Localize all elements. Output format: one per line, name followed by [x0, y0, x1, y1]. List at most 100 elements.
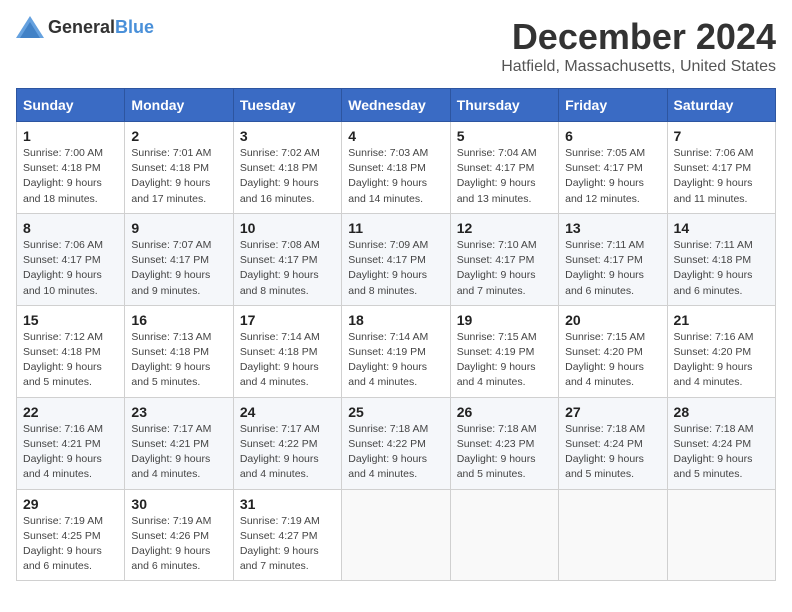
- day-header-wednesday: Wednesday: [342, 89, 450, 122]
- day-number: 26: [457, 404, 552, 420]
- day-number: 30: [131, 496, 226, 512]
- day-number: 31: [240, 496, 335, 512]
- day-info: Sunrise: 7:15 AMSunset: 4:19 PMDaylight:…: [457, 331, 537, 389]
- day-number: 5: [457, 128, 552, 144]
- day-info: Sunrise: 7:18 AMSunset: 4:23 PMDaylight:…: [457, 423, 537, 481]
- day-info: Sunrise: 7:11 AMSunset: 4:17 PMDaylight:…: [565, 239, 644, 297]
- table-row: 1 Sunrise: 7:00 AMSunset: 4:18 PMDaylight…: [17, 122, 125, 214]
- table-row: 13 Sunrise: 7:11 AMSunset: 4:17 PMDayligh…: [559, 213, 667, 305]
- day-info: Sunrise: 7:18 AMSunset: 4:22 PMDaylight:…: [348, 423, 428, 481]
- day-info: Sunrise: 7:19 AMSunset: 4:27 PMDaylight:…: [240, 515, 320, 573]
- table-row: 10 Sunrise: 7:08 AMSunset: 4:17 PMDayligh…: [233, 213, 341, 305]
- table-row: 27 Sunrise: 7:18 AMSunset: 4:24 PMDayligh…: [559, 397, 667, 489]
- day-info: Sunrise: 7:13 AMSunset: 4:18 PMDaylight:…: [131, 331, 211, 389]
- day-number: 22: [23, 404, 118, 420]
- table-row: 29 Sunrise: 7:19 AMSunset: 4:25 PMDayligh…: [17, 489, 125, 581]
- day-info: Sunrise: 7:04 AMSunset: 4:17 PMDaylight:…: [457, 147, 537, 205]
- day-number: 6: [565, 128, 660, 144]
- table-row: 2Sunrise: 7:01 AMSunset: 4:18 PMDaylight…: [125, 122, 233, 214]
- day-header-tuesday: Tuesday: [233, 89, 341, 122]
- day-header-monday: Monday: [125, 89, 233, 122]
- day-number: 29: [23, 496, 118, 512]
- table-row: [450, 489, 558, 581]
- day-number: 8: [23, 220, 118, 236]
- table-row: 24 Sunrise: 7:17 AMSunset: 4:22 PMDayligh…: [233, 397, 341, 489]
- day-number: 17: [240, 312, 335, 328]
- calendar-table: SundayMondayTuesdayWednesdayThursdayFrid…: [16, 88, 776, 581]
- day-info: Sunrise: 7:19 AMSunset: 4:26 PMDaylight:…: [131, 515, 211, 573]
- table-row: 9 Sunrise: 7:07 AMSunset: 4:17 PMDaylight…: [125, 213, 233, 305]
- page-header: GeneralBlue December 2024 Hatfield, Mass…: [16, 16, 776, 76]
- day-number: 3: [240, 128, 335, 144]
- day-info: Sunrise: 7:10 AMSunset: 4:17 PMDaylight:…: [457, 239, 537, 297]
- day-header-thursday: Thursday: [450, 89, 558, 122]
- logo-general: General: [48, 17, 115, 37]
- day-number: 13: [565, 220, 660, 236]
- table-row: 22 Sunrise: 7:16 AMSunset: 4:21 PMDayligh…: [17, 397, 125, 489]
- day-number: 16: [131, 312, 226, 328]
- day-info: Sunrise: 7:05 AMSunset: 4:17 PMDaylight:…: [565, 147, 645, 205]
- day-info: Sunrise: 7:19 AMSunset: 4:25 PMDaylight:…: [23, 515, 103, 573]
- title-area: December 2024 Hatfield, Massachusetts, U…: [501, 16, 776, 76]
- table-row: 8 Sunrise: 7:06 AMSunset: 4:17 PMDaylight…: [17, 213, 125, 305]
- day-info: Sunrise: 7:16 AMSunset: 4:20 PMDaylight:…: [674, 331, 754, 389]
- day-info: Sunrise: 7:08 AMSunset: 4:17 PMDaylight:…: [240, 239, 320, 297]
- day-number: 10: [240, 220, 335, 236]
- table-row: 19Sunrise: 7:15 AMSunset: 4:19 PMDayligh…: [450, 305, 558, 397]
- day-number: 23: [131, 404, 226, 420]
- day-number: 11: [348, 220, 443, 236]
- day-info: Sunrise: 7:03 AMSunset: 4:18 PMDaylight:…: [348, 147, 428, 205]
- day-number: 4: [348, 128, 443, 144]
- table-row: 18 Sunrise: 7:14 AMSunset: 4:19 PMDayligh…: [342, 305, 450, 397]
- day-info: Sunrise: 7:11 AMSunset: 4:18 PMDaylight:…: [674, 239, 753, 297]
- table-row: 11 Sunrise: 7:09 AMSunset: 4:17 PMDayligh…: [342, 213, 450, 305]
- day-info: Sunrise: 7:00 AMSunset: 4:18 PMDaylight:…: [23, 147, 103, 205]
- day-info: Sunrise: 7:16 AMSunset: 4:21 PMDaylight:…: [23, 423, 103, 481]
- table-row: 26 Sunrise: 7:18 AMSunset: 4:23 PMDayligh…: [450, 397, 558, 489]
- day-number: 28: [674, 404, 769, 420]
- day-info: Sunrise: 7:07 AMSunset: 4:17 PMDaylight:…: [131, 239, 211, 297]
- table-row: 5 Sunrise: 7:04 AMSunset: 4:17 PMDaylight…: [450, 122, 558, 214]
- day-number: 15: [23, 312, 118, 328]
- day-info: Sunrise: 7:09 AMSunset: 4:17 PMDaylight:…: [348, 239, 428, 297]
- day-info: Sunrise: 7:14 AMSunset: 4:19 PMDaylight:…: [348, 331, 428, 389]
- table-row: 12Sunrise: 7:10 AMSunset: 4:17 PMDayligh…: [450, 213, 558, 305]
- day-number: 18: [348, 312, 443, 328]
- day-info: Sunrise: 7:14 AMSunset: 4:18 PMDaylight:…: [240, 331, 320, 389]
- day-number: 21: [674, 312, 769, 328]
- table-row: 23 Sunrise: 7:17 AMSunset: 4:21 PMDayligh…: [125, 397, 233, 489]
- day-number: 27: [565, 404, 660, 420]
- table-row: 28Sunrise: 7:18 AMSunset: 4:24 PMDayligh…: [667, 397, 775, 489]
- day-number: 25: [348, 404, 443, 420]
- table-row: 6 Sunrise: 7:05 AMSunset: 4:17 PMDaylight…: [559, 122, 667, 214]
- day-info: Sunrise: 7:02 AMSunset: 4:18 PMDaylight:…: [240, 147, 320, 205]
- table-row: 17 Sunrise: 7:14 AMSunset: 4:18 PMDayligh…: [233, 305, 341, 397]
- table-row: [667, 489, 775, 581]
- day-number: 2: [131, 128, 226, 144]
- table-row: 15Sunrise: 7:12 AMSunset: 4:18 PMDayligh…: [17, 305, 125, 397]
- day-number: 1: [23, 128, 118, 144]
- day-number: 24: [240, 404, 335, 420]
- table-row: 20Sunrise: 7:15 AMSunset: 4:20 PMDayligh…: [559, 305, 667, 397]
- day-number: 7: [674, 128, 769, 144]
- logo-icon: [16, 16, 44, 38]
- day-info: Sunrise: 7:17 AMSunset: 4:22 PMDaylight:…: [240, 423, 320, 481]
- table-row: 3 Sunrise: 7:02 AMSunset: 4:18 PMDaylight…: [233, 122, 341, 214]
- table-row: 14Sunrise: 7:11 AMSunset: 4:18 PMDayligh…: [667, 213, 775, 305]
- day-info: Sunrise: 7:06 AMSunset: 4:17 PMDaylight:…: [23, 239, 103, 297]
- location-title: Hatfield, Massachusetts, United States: [501, 58, 776, 76]
- table-row: [559, 489, 667, 581]
- table-row: 4 Sunrise: 7:03 AMSunset: 4:18 PMDaylight…: [342, 122, 450, 214]
- day-number: 20: [565, 312, 660, 328]
- day-info: Sunrise: 7:06 AMSunset: 4:17 PMDaylight:…: [674, 147, 754, 205]
- day-header-sunday: Sunday: [17, 89, 125, 122]
- table-row: 25 Sunrise: 7:18 AMSunset: 4:22 PMDayligh…: [342, 397, 450, 489]
- day-info: Sunrise: 7:17 AMSunset: 4:21 PMDaylight:…: [131, 423, 211, 481]
- day-header-saturday: Saturday: [667, 89, 775, 122]
- day-number: 9: [131, 220, 226, 236]
- table-row: [342, 489, 450, 581]
- table-row: 31 Sunrise: 7:19 AMSunset: 4:27 PMDayligh…: [233, 489, 341, 581]
- table-row: 7 Sunrise: 7:06 AMSunset: 4:17 PMDaylight…: [667, 122, 775, 214]
- day-info: Sunrise: 7:18 AMSunset: 4:24 PMDaylight:…: [565, 423, 645, 481]
- month-title: December 2024: [501, 16, 776, 58]
